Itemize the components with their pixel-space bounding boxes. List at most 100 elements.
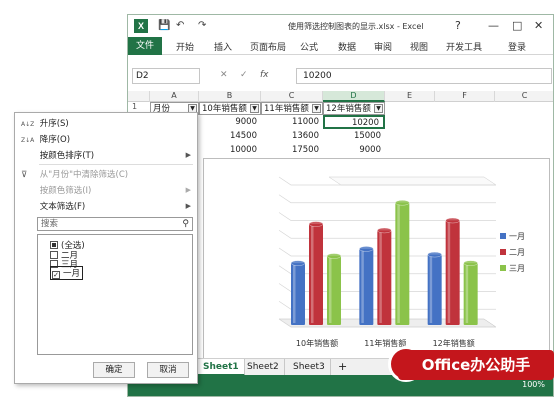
bar-top [395,200,410,206]
column-headers: A B C D E F C [128,91,553,102]
sort-by-color-item[interactable]: 按颜色排序(T) [21,149,94,161]
cell-d2-selected[interactable]: 10200 [323,115,385,129]
sheet-tab-3[interactable]: Sheet3 [288,359,331,376]
clear-filter-icon: ⊽ [21,170,28,180]
tab-insert[interactable]: 插入 [214,40,232,53]
cell-c3[interactable]: 13600 [261,130,323,143]
filter-value-list: (全选) 二月 三月 ✓ 一月 [37,234,193,355]
header-label-2010: 10年销售额 [202,104,247,114]
sheet-tab-1[interactable]: Sheet1 [198,359,245,376]
chart-top-edge [328,176,497,186]
legend-swatch [500,265,506,271]
column-header-e[interactable]: E [385,91,435,102]
bar-top [463,260,478,266]
tab-home[interactable]: 开始 [176,40,194,53]
undo-icon[interactable]: ↶ [176,20,184,31]
bar-highlight [361,250,364,323]
list-item-jan[interactable]: ✓ 一月 [50,266,84,280]
cell-c4[interactable]: 17500 [261,144,323,157]
close-button[interactable]: ✕ [534,19,543,32]
maximize-button[interactable]: □ [512,19,522,32]
sort-ascending-item[interactable]: A↓Z 升序(S) [21,117,69,129]
legend-label: 一月 [509,232,525,241]
login-link[interactable]: 登录 [508,40,526,53]
cell-d3[interactable]: 15000 [323,130,385,143]
tab-formulas[interactable]: 公式 [300,40,318,53]
filter-dropdown-icon[interactable]: ▼ [312,104,321,113]
header-cell-2011[interactable]: 11年销售额 ▼ [261,102,323,115]
menu-separator [39,164,193,165]
zoom-level[interactable]: 100% [522,380,545,389]
tab-review[interactable]: 审阅 [374,40,392,53]
column-header-f[interactable]: F [435,91,495,102]
filter-search-input[interactable]: 搜索 ⚲ [37,217,193,231]
sheet-tab-2[interactable]: Sheet2 [242,359,285,376]
cancel-icon[interactable]: ✕ [220,70,228,80]
enter-icon[interactable]: ✓ [240,70,248,80]
bar-top [290,260,306,266]
text-filter-item[interactable]: 文本筛选(F) [21,200,86,212]
sort-descending-item[interactable]: Z↓A 降序(O) [21,133,70,145]
window-title: 使用筛选控制图表的显示.xlsx - Excel [288,22,424,31]
menu-item-label: 按颜色排序(T) [39,151,95,161]
tab-view[interactable]: 视图 [410,40,428,53]
column-chart[interactable]: 10年销售额 11年销售额 12年销售额 一月 二月 三月 [203,158,550,363]
x-tick-label: 12年销售额 [433,338,475,348]
bar-highlight [311,226,314,323]
column-header-g[interactable]: C [495,91,553,102]
column-header-c[interactable]: C [261,91,323,102]
header-cell-2012[interactable]: 12年销售额 ▼ [323,102,385,115]
cell-d4[interactable]: 9000 [323,144,385,157]
column-header-b[interactable]: B [199,91,261,102]
list-item-label: 一月 [63,269,81,279]
cell-b3[interactable]: 14500 [199,130,261,143]
legend-swatch [500,233,506,239]
tab-developer[interactable]: 开发工具 [446,40,482,53]
redo-icon[interactable]: ↷ [198,20,206,31]
tab-data[interactable]: 数据 [338,40,356,53]
column-header-d[interactable]: D [323,91,385,102]
search-placeholder: 搜索 [41,219,59,229]
title-bar: X 💾 ↶ ↷ 使用筛选控制图表的显示.xlsx - Excel ? — □ ✕ [128,15,553,37]
column-header-a[interactable]: A [150,91,199,102]
tab-file[interactable]: 文件 [128,37,162,55]
filter-dropdown-icon[interactable]: ▼ [250,104,259,113]
cell-b2[interactable]: 9000 [199,116,261,129]
submenu-arrow-icon: ▶ [185,151,191,159]
menu-item-label: 从"月份"中清除筛选(C) [39,170,129,180]
fx-icon[interactable]: fx [260,70,269,80]
submenu-arrow-icon: ▶ [185,186,191,194]
formula-input[interactable]: 10200 [296,68,552,84]
bar-highlight [329,258,332,323]
name-box[interactable]: D2 [132,68,200,84]
minimize-button[interactable]: — [488,19,499,32]
bar-top [308,221,324,227]
bar-top [445,217,460,224]
checkbox-mixed[interactable] [50,241,58,249]
submenu-arrow-icon: ▶ [185,202,191,210]
menu-item-label: 文本筛选(F) [39,202,86,212]
autofilter-menu: A↓Z 升序(S) Z↓A 降序(O) 按颜色排序(T) ▶ ⊽ 从"月份"中清… [14,112,198,384]
header-cell-2010[interactable]: 10年销售额 ▼ [199,102,261,115]
header-label-2011: 11年销售额 [264,104,309,114]
menu-item-label: 升序(S) [39,119,69,129]
header-label-2012: 12年销售额 [326,104,371,114]
ribbon-tabs: 文件 开始 插入 页面布局 公式 数据 审阅 视图 开发工具 登录 [128,37,553,55]
help-button[interactable]: ? [455,19,461,32]
cell-b4[interactable]: 10000 [199,144,261,157]
legend-swatch [500,249,506,255]
sort-descending-icon: Z↓A [21,137,35,144]
cell-c2[interactable]: 11000 [261,116,323,129]
add-sheet-button[interactable]: + [333,359,352,376]
tab-page-layout[interactable]: 页面布局 [250,40,286,53]
cancel-button[interactable]: 取消 [147,362,189,378]
checkbox-checked[interactable]: ✓ [52,271,60,279]
bar-top [377,227,392,234]
save-icon[interactable]: 💾 [158,20,170,31]
filter-dropdown-icon[interactable]: ▼ [374,104,383,113]
row-number: 1 [132,102,138,111]
clear-filter-item[interactable]: ⊽ 从"月份"中清除筛选(C) [21,168,128,180]
bar-highlight [293,265,296,323]
ok-button[interactable]: 确定 [93,362,135,378]
filter-by-color-item[interactable]: 按颜色筛选(I) [21,184,92,196]
